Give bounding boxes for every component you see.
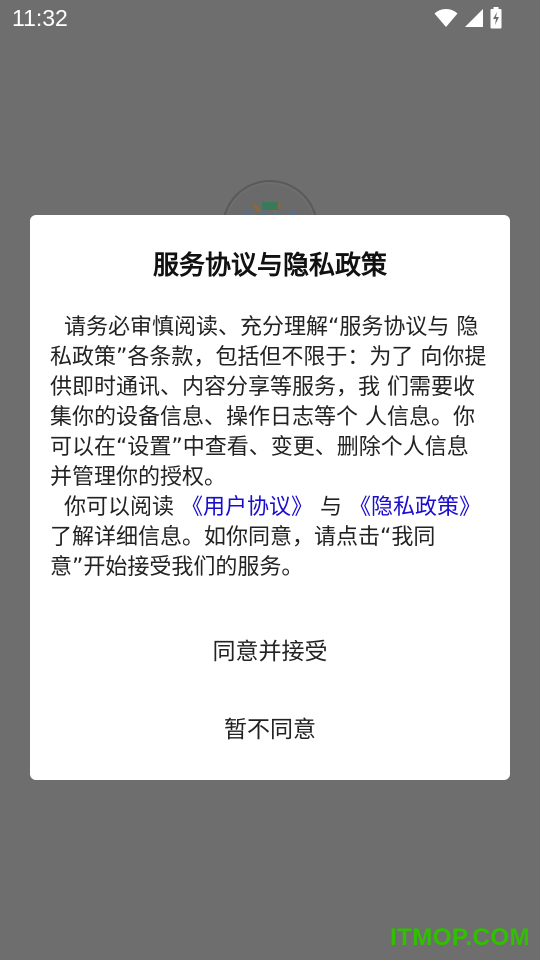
terms-paragraph: 请务必审慎阅读、充分理解“服务协议与 隐私政策”各条款，包括但不限于：为了 向你… bbox=[50, 315, 487, 490]
privacy-policy-link[interactable]: 《隐私政策》 bbox=[349, 495, 481, 520]
read-more-suffix: 了解详细信息。如你同意，请点击“我同意”开始接受我们的服务。 bbox=[50, 525, 436, 580]
watermark: ITMOP.COM bbox=[389, 924, 530, 951]
disagree-button[interactable]: 暂不同意 bbox=[30, 705, 510, 755]
dialog-body: 请务必审慎阅读、充分理解“服务协议与 隐私政策”各条款，包括但不限于：为了 向你… bbox=[50, 313, 490, 583]
privacy-dialog: 服务协议与隐私政策 请务必审慎阅读、充分理解“服务协议与 隐私政策”各条款，包括… bbox=[30, 215, 510, 780]
cell-signal-icon bbox=[464, 8, 484, 28]
status-time: 11:32 bbox=[12, 5, 68, 31]
wifi-icon bbox=[434, 8, 458, 28]
dialog-title: 服务协议与隐私政策 bbox=[152, 251, 387, 281]
status-icons bbox=[434, 6, 502, 30]
status-bar: 11:32 bbox=[0, 0, 540, 38]
read-more-prefix: 你可以阅读 bbox=[50, 495, 175, 520]
battery-charging-icon bbox=[490, 7, 502, 29]
user-agreement-link[interactable]: 《用户协议》 bbox=[181, 495, 313, 520]
agree-button[interactable]: 同意并接受 bbox=[30, 627, 510, 677]
and-text: 与 bbox=[320, 495, 343, 520]
read-more-paragraph: 你可以阅读 《用户协议》 与 《隐私政策》了解详细信息。如你同意，请点击“我同意… bbox=[50, 493, 490, 583]
